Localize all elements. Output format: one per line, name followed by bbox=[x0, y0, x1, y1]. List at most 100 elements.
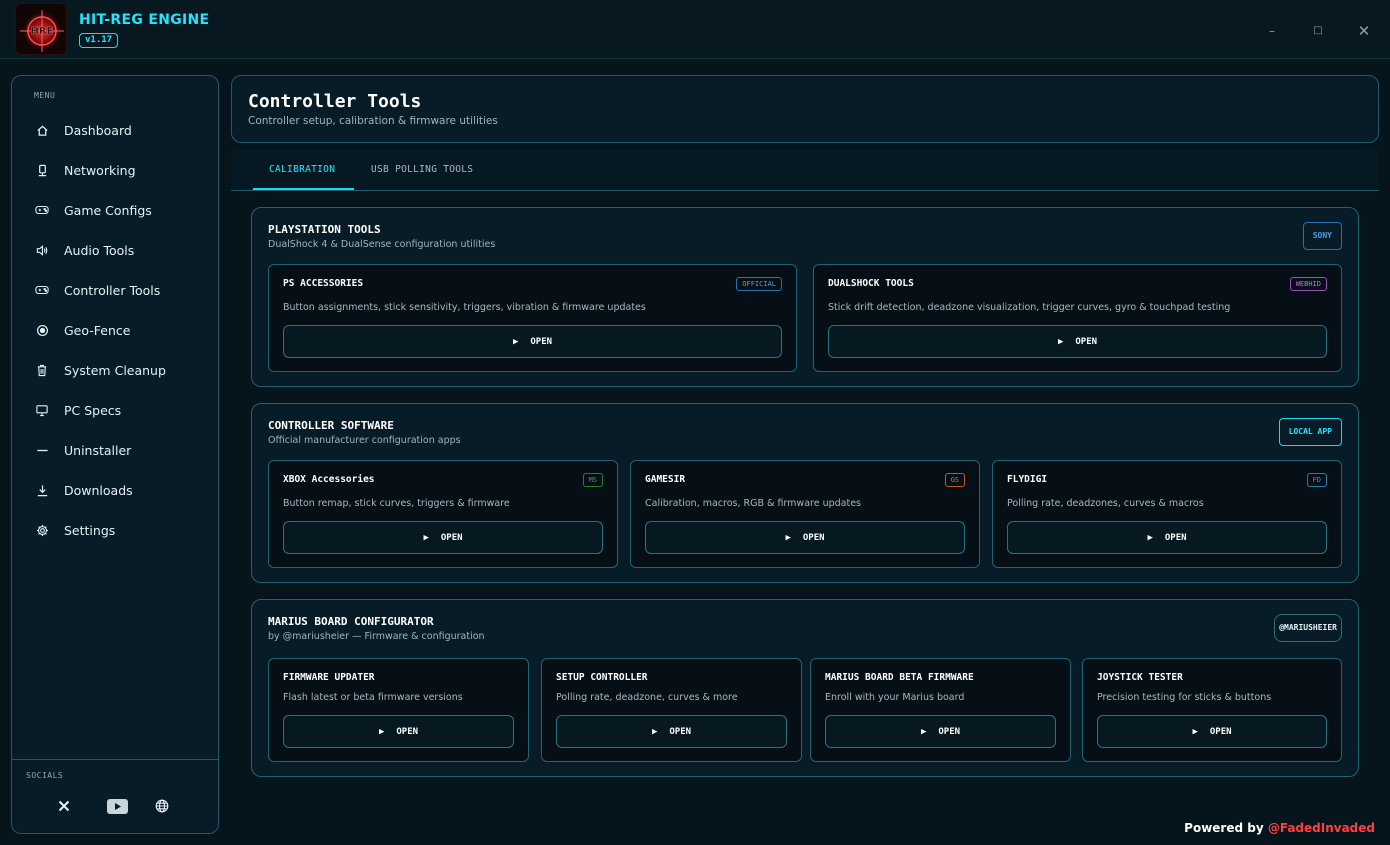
trash-icon bbox=[34, 362, 50, 378]
globe-icon[interactable] bbox=[151, 796, 173, 816]
gamepad-icon bbox=[34, 282, 50, 298]
router-icon bbox=[34, 162, 50, 178]
play-icon: ▶ bbox=[1057, 336, 1064, 347]
gamepad-icon bbox=[34, 202, 50, 218]
sidebar-item-uninstaller[interactable]: Uninstaller bbox=[26, 435, 206, 465]
sidebar-item-label: Downloads bbox=[64, 482, 133, 498]
card-title: PS ACCESSORIES bbox=[283, 278, 364, 289]
app-name: HIT-REG ENGINE bbox=[79, 12, 210, 28]
marius-board-section: MARIUS BOARD CONFIGURATOR by @mariusheie… bbox=[251, 599, 1359, 777]
section-title: PLAYSTATION TOOLS bbox=[268, 223, 381, 236]
sidebar-item-settings[interactable]: Settings bbox=[26, 515, 206, 545]
firmware-updater-card: FIRMWARE UPDATER Flash latest or beta fi… bbox=[268, 658, 529, 762]
dualshock-tools-card: DUALSHOCK TOOLS WEBHID Stick drift detec… bbox=[813, 264, 1342, 372]
button-label: OPEN bbox=[1209, 726, 1232, 737]
open-xbox-accessories-button[interactable]: ▶ OPEN bbox=[283, 521, 603, 554]
open-marius-beta-firmware-button[interactable]: ▶ OPEN bbox=[825, 715, 1056, 748]
sidebar-item-label: Settings bbox=[64, 522, 116, 538]
section-title: MARIUS BOARD CONFIGURATOR bbox=[268, 615, 434, 628]
sidebar-item-audio-tools[interactable]: Audio Tools bbox=[26, 235, 206, 265]
button-label: OPEN bbox=[1075, 336, 1098, 347]
tab-calibration[interactable]: CALIBRATION bbox=[253, 150, 354, 190]
sidebar-item-label: PC Specs bbox=[64, 402, 122, 418]
logo-icon: HRE bbox=[16, 4, 66, 54]
sidebar-item-geo-fence[interactable]: Geo-Fence bbox=[26, 315, 206, 345]
button-label: OPEN bbox=[938, 726, 961, 737]
card-description: Button remap, stick curves, triggers & f… bbox=[283, 498, 510, 509]
open-joystick-tester-button[interactable]: ▶ OPEN bbox=[1097, 715, 1327, 748]
official-badge: OFFICIAL bbox=[736, 277, 782, 291]
target-icon bbox=[34, 322, 50, 338]
open-firmware-updater-button[interactable]: ▶ OPEN bbox=[283, 715, 514, 748]
section-subtitle: DualShock 4 & DualSense configuration ut… bbox=[268, 239, 496, 250]
play-icon: ▶ bbox=[1147, 532, 1153, 543]
monitor-icon bbox=[34, 402, 50, 418]
minimize-button[interactable]: – bbox=[1260, 19, 1284, 43]
tab-usb-polling-tools[interactable]: USB POLLING TOOLS bbox=[371, 150, 491, 190]
play-icon: ▶ bbox=[920, 726, 927, 737]
button-label: OPEN bbox=[802, 532, 825, 543]
sidebar-item-pc-specs[interactable]: PC Specs bbox=[26, 395, 206, 425]
open-ps-accessories-button[interactable]: ▶ OPEN bbox=[283, 325, 782, 358]
sidebar-item-label: Game Configs bbox=[64, 202, 152, 218]
play-icon: ▶ bbox=[651, 726, 658, 737]
close-button[interactable]: ✕ bbox=[1352, 19, 1376, 43]
sidebar: MENU Dashboard Networking Game Configs A… bbox=[11, 75, 219, 834]
xbox-accessories-card: XBOX Accessories MS Button remap, stick … bbox=[268, 460, 618, 568]
fd-badge: FD bbox=[1306, 473, 1327, 487]
card-description: Button assignments, stick sensitivity, t… bbox=[283, 302, 646, 313]
mariusheier-badge[interactable]: @MARIUSHEIER bbox=[1274, 614, 1342, 642]
card-description: Stick drift detection, deadzone visualiz… bbox=[828, 302, 1231, 313]
page-subtitle: Controller setup, calibration & firmware… bbox=[248, 115, 498, 127]
open-flydigi-button[interactable]: ▶ OPEN bbox=[1007, 521, 1327, 554]
sidebar-item-label: Uninstaller bbox=[64, 442, 132, 458]
webhid-badge: WEBHID bbox=[1289, 277, 1327, 291]
flydigi-card: FLYDIGI FD Polling rate, deadzones, curv… bbox=[992, 460, 1342, 568]
maximize-button[interactable]: □ bbox=[1306, 19, 1330, 43]
gear-icon bbox=[34, 522, 50, 538]
play-icon: ▶ bbox=[512, 336, 519, 347]
powered-by-label: Powered by bbox=[1184, 821, 1264, 835]
button-label: OPEN bbox=[396, 726, 419, 737]
sidebar-item-networking[interactable]: Networking bbox=[26, 155, 206, 185]
card-title: MARIUS BOARD BETA FIRMWARE bbox=[825, 672, 974, 683]
card-description: Flash latest or beta firmware versions bbox=[283, 692, 463, 703]
speaker-icon bbox=[34, 242, 50, 258]
card-description: Calibration, macros, RGB & firmware upda… bbox=[645, 498, 862, 509]
open-gamesir-button[interactable]: ▶ OPEN bbox=[645, 521, 965, 554]
sidebar-item-downloads[interactable]: Downloads bbox=[26, 475, 206, 505]
author-handle-link[interactable]: @FadedInvaded bbox=[1268, 821, 1375, 835]
open-dualshock-tools-button[interactable]: ▶ OPEN bbox=[828, 325, 1327, 358]
gamesir-card: GAMESIR GS Calibration, macros, RGB & fi… bbox=[630, 460, 980, 568]
powered-by: Powered by @FadedInvaded bbox=[1184, 821, 1375, 835]
card-description: Precision testing for sticks & buttons bbox=[1097, 692, 1272, 703]
marius-beta-firmware-card: MARIUS BOARD BETA FIRMWARE Enroll with y… bbox=[810, 658, 1071, 762]
version-badge: v1.17 bbox=[79, 33, 119, 48]
home-icon bbox=[34, 122, 50, 138]
sony-badge: SONY bbox=[1302, 222, 1342, 250]
sidebar-item-label: Dashboard bbox=[64, 122, 132, 138]
card-title: SETUP CONTROLLER bbox=[556, 672, 648, 683]
sidebar-item-system-cleanup[interactable]: System Cleanup bbox=[26, 355, 206, 385]
tab-bar: CALIBRATION USB POLLING TOOLS bbox=[231, 150, 1379, 191]
card-title: DUALSHOCK TOOLS bbox=[828, 278, 914, 289]
card-description: Enroll with your Marius board bbox=[825, 692, 965, 703]
menu-label: MENU bbox=[34, 91, 56, 100]
sidebar-item-label: Networking bbox=[64, 162, 136, 178]
local-app-badge: LOCAL APP bbox=[1278, 418, 1342, 446]
button-label: OPEN bbox=[530, 336, 553, 347]
page-header: Controller Tools Controller setup, calib… bbox=[231, 75, 1379, 143]
sidebar-item-dashboard[interactable]: Dashboard bbox=[26, 115, 206, 145]
card-title: XBOX Accessories bbox=[283, 474, 375, 485]
button-label: OPEN bbox=[440, 532, 463, 543]
x-icon[interactable] bbox=[53, 796, 75, 816]
joystick-tester-card: JOYSTICK TESTER Precision testing for st… bbox=[1082, 658, 1342, 762]
youtube-icon[interactable] bbox=[106, 796, 128, 816]
sidebar-item-game-configs[interactable]: Game Configs bbox=[26, 195, 206, 225]
play-icon: ▶ bbox=[785, 532, 791, 543]
card-description: Polling rate, deadzones, curves & macros bbox=[1007, 498, 1204, 509]
controller-software-section: CONTROLLER SOFTWARE Official manufacture… bbox=[251, 403, 1359, 583]
sidebar-item-controller-tools[interactable]: Controller Tools bbox=[26, 275, 206, 305]
ms-badge: MS bbox=[582, 473, 603, 487]
open-setup-controller-button[interactable]: ▶ OPEN bbox=[556, 715, 787, 748]
